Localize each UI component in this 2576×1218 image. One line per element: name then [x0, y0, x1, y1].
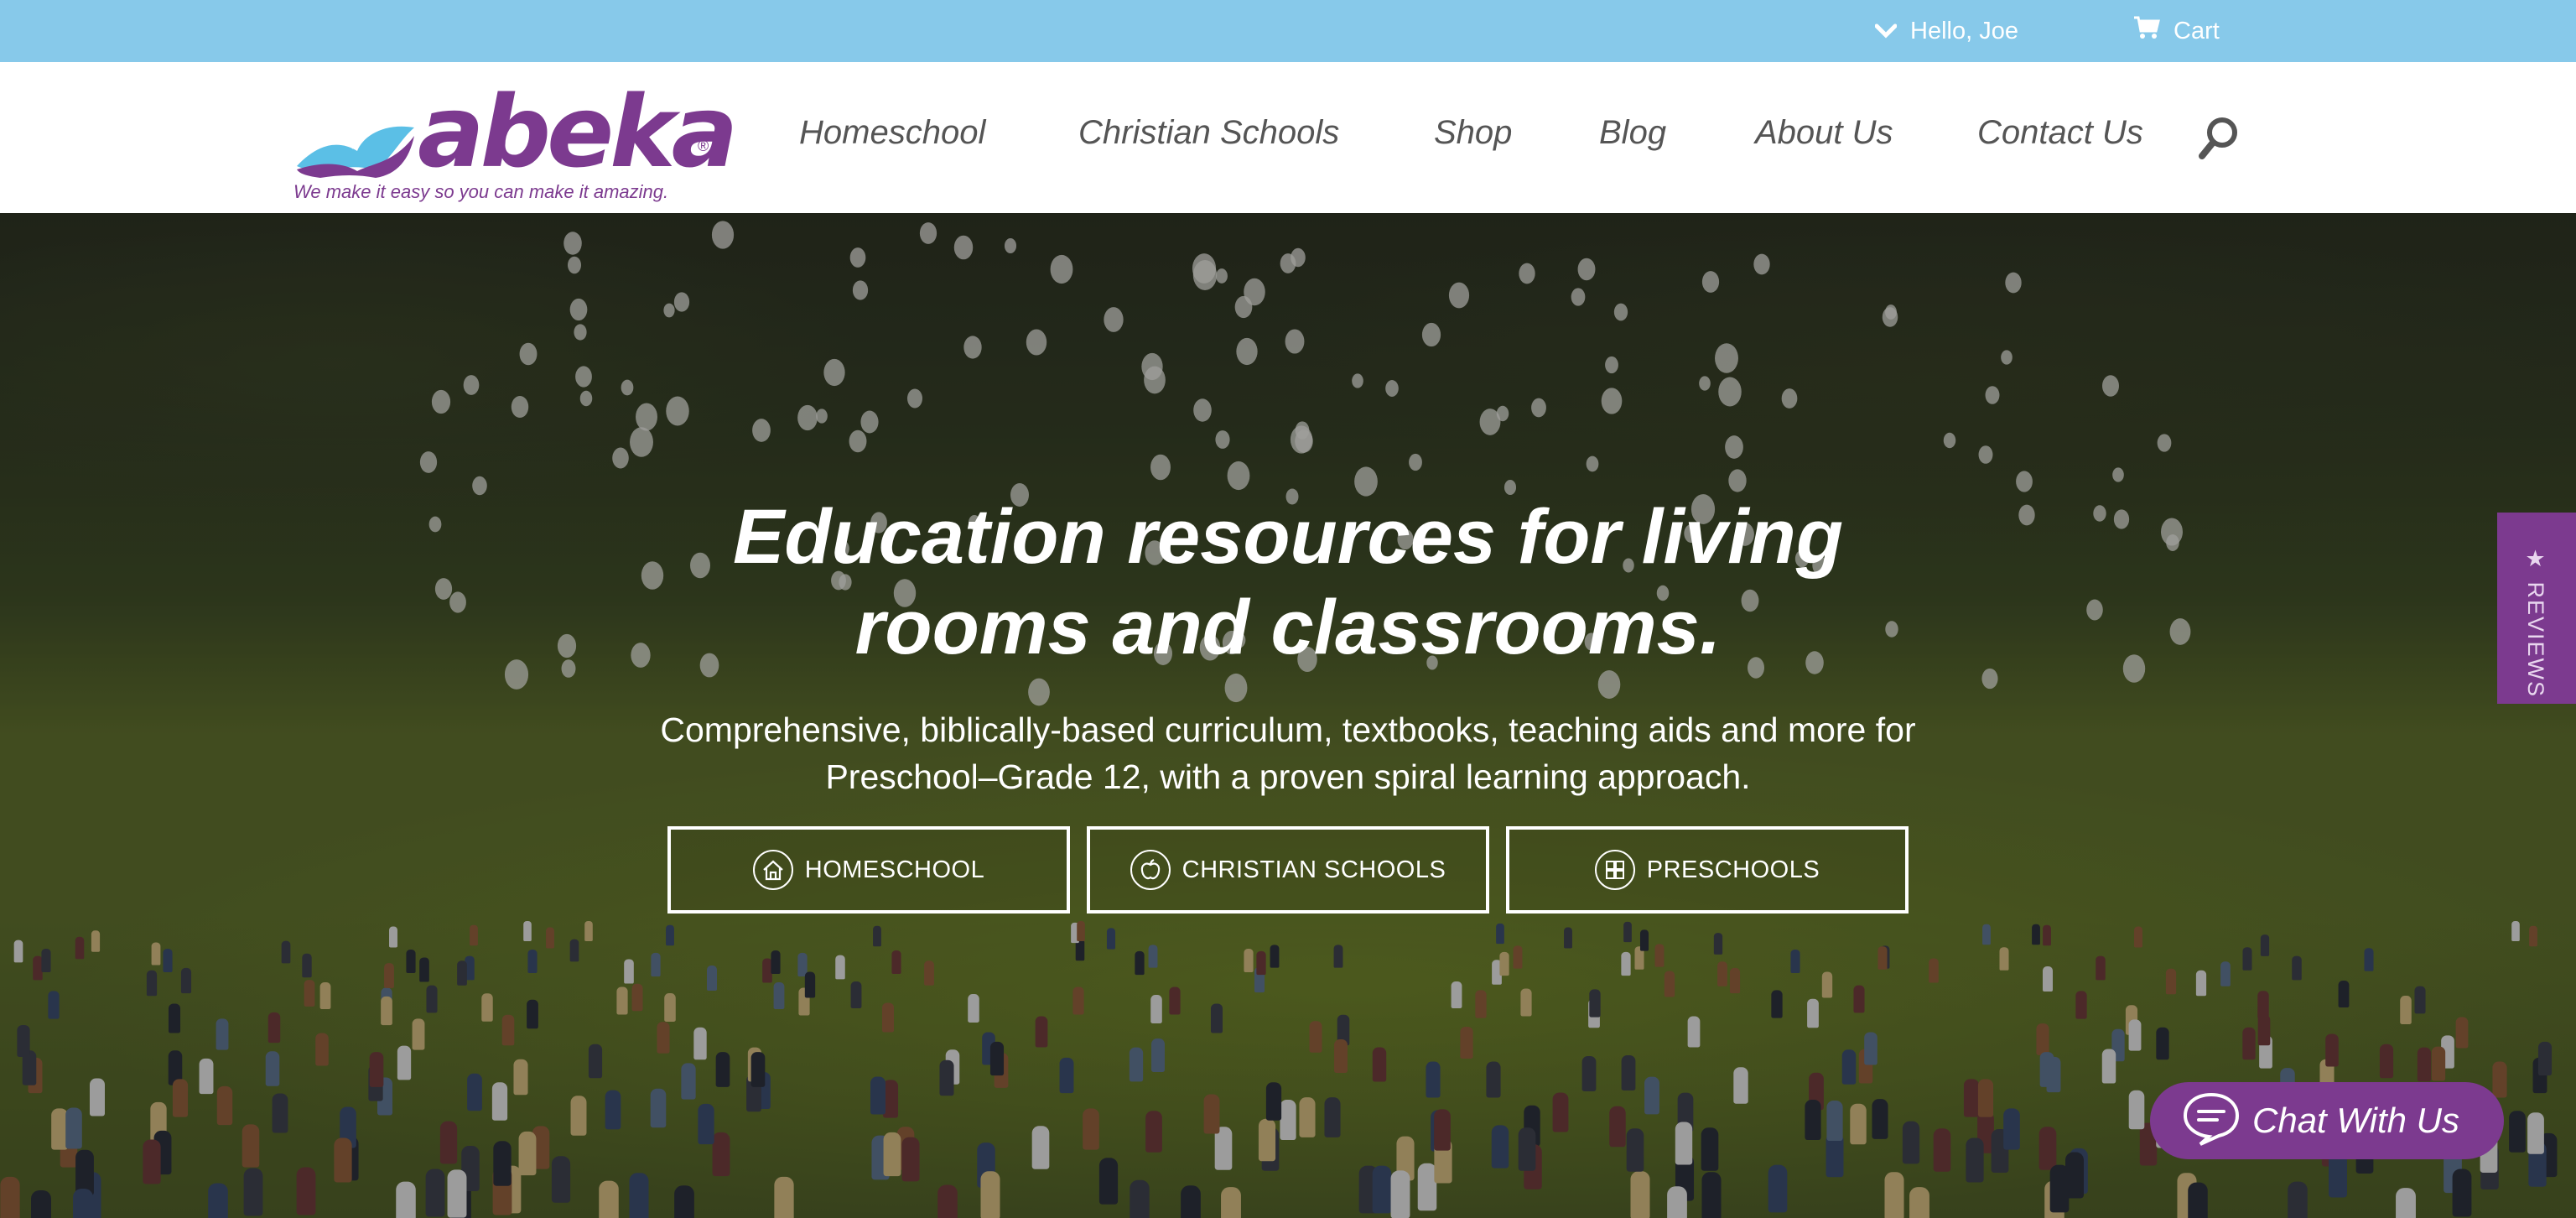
hero-title-line-1: Education resources for living — [732, 494, 1844, 580]
nav-item-christian-schools[interactable]: Christian Schools — [1078, 114, 1339, 152]
hero-banner: Education resources for living rooms and… — [0, 213, 2576, 1218]
house-icon — [752, 850, 793, 890]
registered-mark: ® — [698, 138, 709, 154]
nav-item-homeschool[interactable]: Homeschool — [799, 114, 985, 152]
apple-icon — [1130, 850, 1171, 890]
hero-subtitle: Comprehensive, biblically-based curricul… — [0, 706, 2576, 800]
homeschool-button[interactable]: HOMESCHOOL — [667, 826, 1070, 914]
christian-schools-button-label: CHRISTIAN SCHOOLS — [1182, 856, 1446, 883]
site-header: abeka ® We make it easy so you can make … — [0, 62, 2576, 213]
cart-icon — [2133, 16, 2174, 46]
abeka-logo[interactable]: abeka ® We make it easy so you can make … — [292, 82, 738, 205]
utility-bar: Hello, Joe Cart — [0, 0, 2576, 62]
chat-button-label: Chat With Us — [2252, 1101, 2460, 1140]
nav-item-about-us[interactable]: About Us — [1755, 114, 1893, 152]
chat-button[interactable]: Chat With Us — [2150, 1082, 2504, 1159]
account-menu[interactable]: Hello, Joe — [1874, 0, 2018, 62]
chat-bubble-icon — [2182, 1091, 2241, 1151]
hero-subtitle-line-2: Preschool–Grade 12, with a proven spiral… — [825, 757, 1751, 796]
hero-title: Education resources for living rooms and… — [0, 492, 2576, 673]
cart-label: Cart — [2174, 17, 2220, 44]
nav-item-shop[interactable]: Shop — [1434, 114, 1512, 152]
reviews-tab-label: ★ REVIEWS — [2523, 546, 2548, 699]
search-icon[interactable] — [2197, 114, 2241, 165]
reviews-tab[interactable]: ★ REVIEWS — [2497, 513, 2576, 704]
account-label: Hello, Joe — [1910, 17, 2018, 44]
nav-item-contact-us[interactable]: Contact Us — [1977, 114, 2143, 152]
homeschool-button-label: HOMESCHOOL — [804, 856, 985, 883]
cart-link[interactable]: Cart — [2133, 0, 2220, 62]
nav-item-blog[interactable]: Blog — [1599, 114, 1666, 152]
logo-tagline: We make it easy so you can make it amazi… — [293, 181, 669, 202]
hero-subtitle-line-1: Comprehensive, biblically-based curricul… — [660, 710, 1916, 749]
christian-schools-button[interactable]: CHRISTIAN SCHOOLS — [1087, 826, 1489, 914]
blocks-icon — [1594, 850, 1635, 890]
open-book-icon — [292, 111, 418, 182]
chevron-down-icon — [1874, 18, 1910, 45]
logo-wordmark: abeka — [418, 74, 738, 190]
preschools-button[interactable]: PRESCHOOLS — [1506, 826, 1909, 914]
hero-title-line-2: rooms and classrooms. — [854, 585, 1722, 670]
preschools-button-label: PRESCHOOLS — [1646, 856, 1820, 883]
